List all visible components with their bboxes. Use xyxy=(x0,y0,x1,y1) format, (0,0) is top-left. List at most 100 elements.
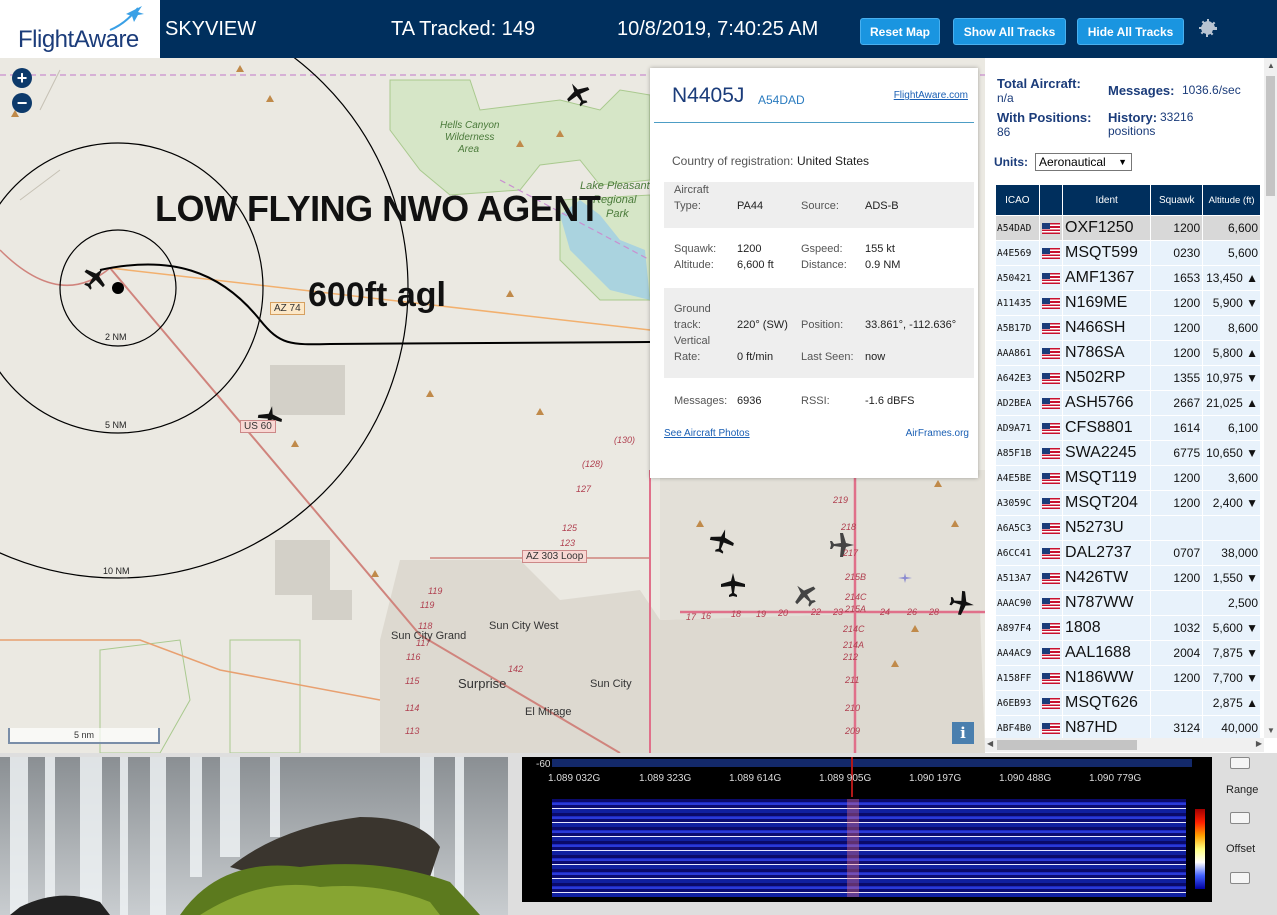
row-flag xyxy=(1039,716,1062,740)
scroll-left-icon[interactable]: ◀ xyxy=(987,739,993,748)
row-icao: A897F4 xyxy=(996,616,1039,640)
squawk-label: Squawk: xyxy=(674,243,717,255)
road-number: 217 xyxy=(843,548,859,558)
zoom-in-button[interactable]: + xyxy=(12,68,32,88)
table-row[interactable]: AD9A71 CFS8801 1614 6,100 xyxy=(996,416,1260,440)
overlay-subtitle: 600ft agl xyxy=(308,276,446,314)
row-flag xyxy=(1039,316,1062,340)
reset-map-button[interactable]: Reset Map xyxy=(860,18,940,45)
table-row[interactable]: A54DAD OXF1250 1200 6,600 xyxy=(996,216,1260,240)
road-number: 23 xyxy=(833,607,844,617)
row-ident: MSQT119 xyxy=(1063,466,1151,490)
scroll-down-icon[interactable]: ▼ xyxy=(1267,726,1275,735)
scroll-up-icon[interactable]: ▲ xyxy=(1267,61,1275,70)
column-header-altitude[interactable]: Altitude (ft) xyxy=(1203,185,1260,215)
table-row[interactable]: A897F4 1808 1032 5,600 ▼ xyxy=(996,616,1260,640)
table-row[interactable]: A642E3 N502RP 1355 10,975 ▼ xyxy=(996,366,1260,390)
table-row[interactable]: AAAC90 N787WW 2,500 xyxy=(996,591,1260,615)
history-value: 33216 positions xyxy=(1108,110,1194,138)
aircraft-photos-link[interactable]: See Aircraft Photos xyxy=(664,428,750,439)
sidebar-vertical-scrollbar[interactable]: ▲ ▼ xyxy=(1264,58,1277,738)
row-icao: A6CC41 xyxy=(996,541,1039,565)
scrollbar-thumb[interactable] xyxy=(997,740,1137,750)
track-label: track: xyxy=(674,319,701,331)
table-row[interactable]: A158FF N186WW 1200 7,700 ▼ xyxy=(996,666,1260,690)
messages-rate-label: Messages: xyxy=(1108,83,1175,98)
flightaware-logo[interactable]: FlightAware xyxy=(0,0,160,58)
row-ident: AMF1367 xyxy=(1063,266,1151,290)
column-header-icao[interactable]: ICAO xyxy=(996,185,1039,215)
row-ident: DAL2737 xyxy=(1063,541,1151,565)
zoom-out-button[interactable]: − xyxy=(12,93,32,113)
table-row[interactable]: A85F1B SWA2245 6775 10,650 ▼ xyxy=(996,441,1260,465)
road-number: 125 xyxy=(562,523,578,533)
scroll-right-icon[interactable]: ▶ xyxy=(1256,739,1262,748)
row-squawk: 3124 xyxy=(1151,716,1203,740)
table-row[interactable]: A5B17D N466SH 1200 8,600 xyxy=(996,316,1260,340)
map-label: Surprise xyxy=(458,676,507,691)
table-row[interactable]: A3059C MSQT204 1200 2,400 ▼ xyxy=(996,491,1260,515)
airframes-link[interactable]: AirFrames.org xyxy=(906,428,969,439)
table-row[interactable]: A4E5BE MSQT119 1200 3,600 xyxy=(996,466,1260,490)
row-squawk: 1200 xyxy=(1151,491,1203,515)
show-all-tracks-button[interactable]: Show All Tracks xyxy=(953,18,1066,45)
row-flag xyxy=(1039,466,1062,490)
column-header-ident[interactable]: Ident xyxy=(1063,185,1151,215)
road-number: 17 xyxy=(686,612,697,622)
road-number: 211 xyxy=(845,675,860,685)
row-ident: N466SH xyxy=(1063,316,1151,340)
row-altitude: 5,600 xyxy=(1203,241,1260,265)
with-positions-label: With Positions: xyxy=(997,110,1092,125)
road-shield: AZ 74 xyxy=(270,302,305,315)
row-flag xyxy=(1039,616,1062,640)
us-flag-icon xyxy=(1041,623,1060,635)
range-slider[interactable] xyxy=(1230,812,1250,824)
row-squawk: 2004 xyxy=(1151,641,1203,665)
freq-label: 1.090 779G xyxy=(1089,773,1142,784)
row-icao: A6EB93 xyxy=(996,691,1039,715)
row-flag xyxy=(1039,341,1062,365)
table-row[interactable]: A6CC41 DAL2737 0707 38,000 xyxy=(996,541,1260,565)
row-altitude: 40,000 xyxy=(1203,716,1260,740)
us-flag-icon xyxy=(1041,523,1060,535)
table-row[interactable]: A50421 AMF1367 1653 13,450 ▲ xyxy=(996,266,1260,290)
table-row[interactable]: AD2BEA ASH5766 2667 21,025 ▲ xyxy=(996,391,1260,415)
row-altitude: 13,450 ▲ xyxy=(1203,266,1260,290)
scrollbar-thumb[interactable] xyxy=(1266,76,1275,196)
gear-icon[interactable] xyxy=(1196,16,1220,40)
freq-label: 1.089 905G xyxy=(819,773,872,784)
table-row[interactable]: AAA861 N786SA 1200 5,800 ▲ xyxy=(996,341,1260,365)
chevron-down-icon: ▼ xyxy=(1118,157,1127,167)
table-row[interactable]: A11435 N169ME 1200 5,900 ▼ xyxy=(996,291,1260,315)
column-header-squawk[interactable]: Squawk xyxy=(1151,185,1203,215)
road-number: 214C xyxy=(843,624,865,634)
row-ident: OXF1250 xyxy=(1063,216,1151,240)
freq-label: 1.090 197G xyxy=(909,773,962,784)
column-header-flag[interactable] xyxy=(1039,185,1062,215)
tracked-count: TA Tracked: 149 xyxy=(391,18,536,40)
road-number: 119 xyxy=(420,600,435,610)
row-flag xyxy=(1039,541,1062,565)
table-row[interactable]: ABF4B0 N87HD 3124 40,000 xyxy=(996,716,1260,740)
flightaware-link[interactable]: FlightAware.com xyxy=(894,90,968,101)
table-row[interactable]: A513A7 N426TW 1200 1,550 ▼ xyxy=(996,566,1260,590)
row-altitude: 8,600 xyxy=(1203,316,1260,340)
table-row[interactable]: AA4AC9 AAL1688 2004 7,875 ▼ xyxy=(996,641,1260,665)
map-info-button[interactable]: i xyxy=(952,722,974,744)
road-number: 114 xyxy=(405,703,420,713)
table-row[interactable]: A4E569 MSQT599 0230 5,600 xyxy=(996,241,1260,265)
table-row[interactable]: A6A5C3 N5273U xyxy=(996,516,1260,540)
row-ident: AAL1688 xyxy=(1063,641,1151,665)
row-icao: A4E569 xyxy=(996,241,1039,265)
hide-all-tracks-button[interactable]: Hide All Tracks xyxy=(1077,18,1184,45)
position-label: Position: xyxy=(801,319,844,331)
units-select[interactable]: Aeronautical ▼ xyxy=(1035,153,1132,171)
aircraft-table-body: A54DAD OXF1250 1200 6,600 A4E569 MSQT599 0230 5… xyxy=(996,216,1260,740)
top-slider[interactable] xyxy=(1230,757,1250,769)
freq-label: 1.089 032G xyxy=(548,773,601,784)
table-row[interactable]: A6EB93 MSQT626 2,875 ▲ xyxy=(996,691,1260,715)
row-ident: N426TW xyxy=(1063,566,1151,590)
sidebar-horizontal-scrollbar[interactable]: ◀ ▶ xyxy=(985,738,1264,752)
offset-slider[interactable] xyxy=(1230,872,1250,884)
total-aircraft-value: n/a xyxy=(997,91,1014,105)
